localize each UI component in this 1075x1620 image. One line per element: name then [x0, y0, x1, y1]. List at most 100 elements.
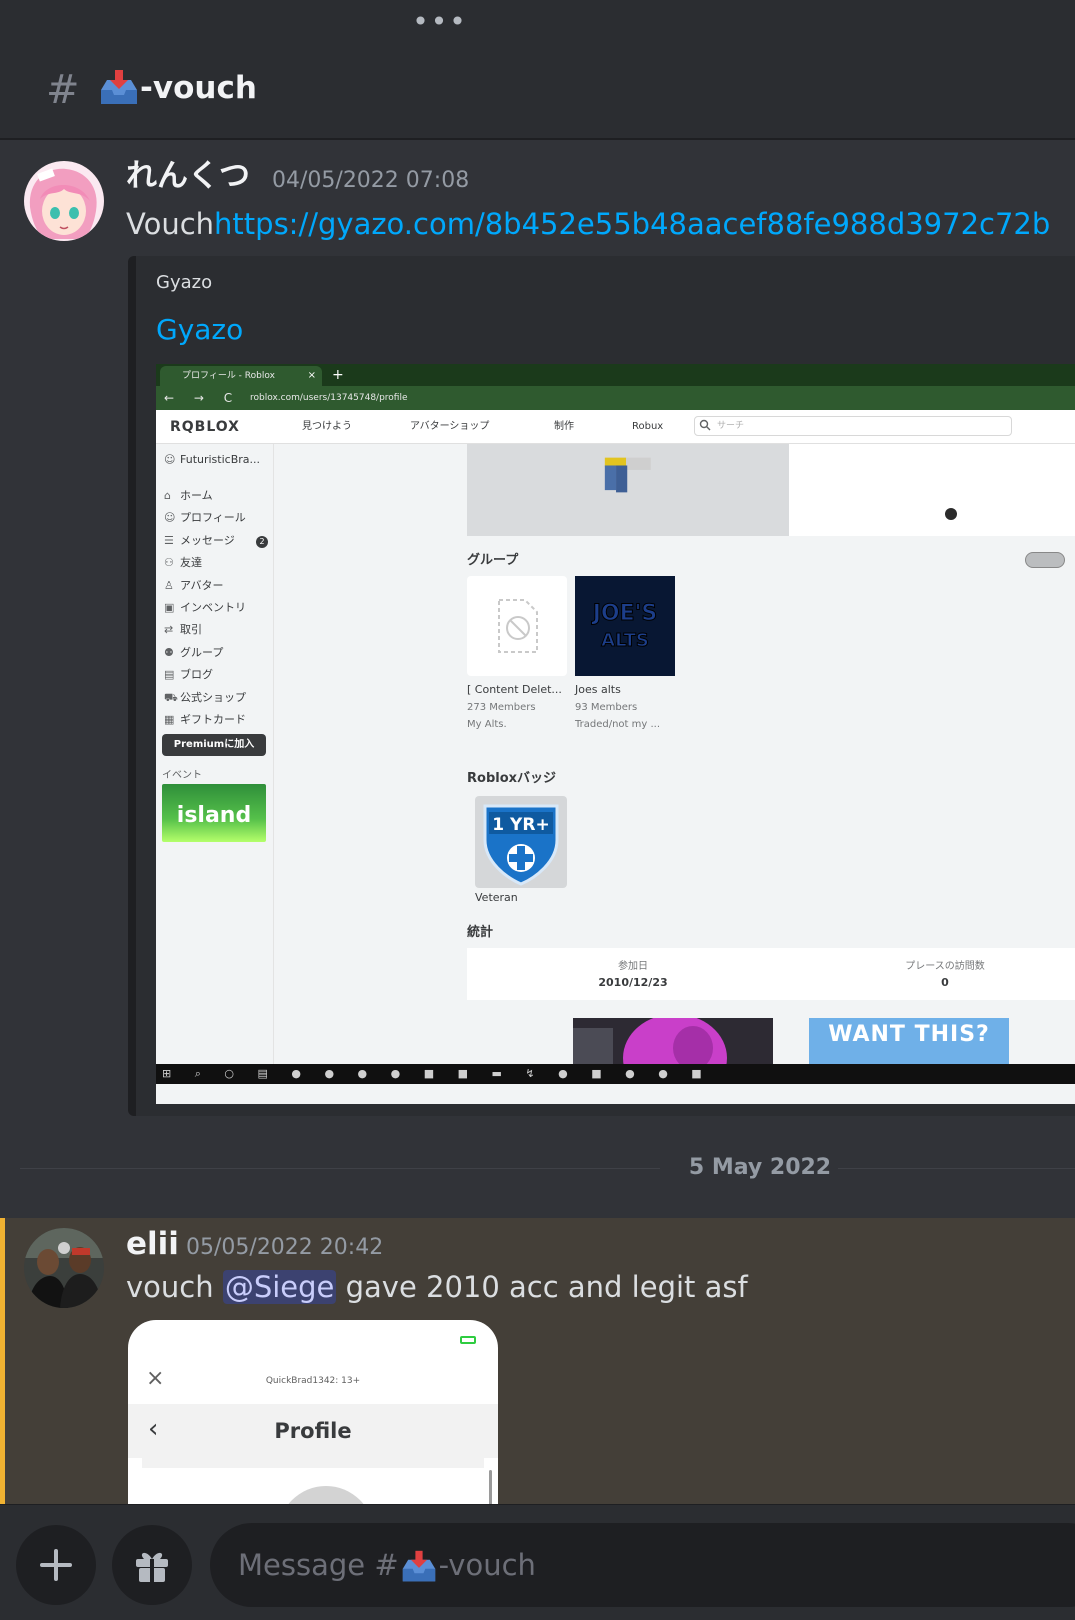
- sidebar-item: ☰ メッセージ: [164, 533, 235, 549]
- avatar-icon: ♙: [164, 579, 174, 592]
- roblox-navbar: RQBLOX 見つけよう アバターショップ 制作 Robux サーチ: [156, 410, 1075, 444]
- link-embed: Gyazo Gyazo プロフィール - Roblox × + ← → C ro…: [128, 256, 1075, 1116]
- date-divider: 5 May 2022: [688, 1155, 832, 1180]
- inventory-icon: ▣: [164, 601, 175, 614]
- messages-icon: ☰: [164, 534, 174, 547]
- add-attachment-button[interactable]: [16, 1525, 96, 1605]
- carousel-dot: [945, 508, 957, 520]
- group-desc: My Alts.: [467, 719, 507, 730]
- stat-label: 参加日: [618, 961, 648, 972]
- embed-provider: Gyazo: [156, 272, 213, 293]
- browser-tabbar: プロフィール - Roblox × +: [156, 364, 1075, 386]
- deleted-content-icon: [498, 599, 538, 653]
- sidebar-item-label: アバター: [180, 579, 224, 592]
- sidebar-item: ⚉ グループ: [164, 645, 223, 661]
- joes-alts-logo-image: JOE'S ALTS: [575, 576, 675, 676]
- channel-name[interactable]: -vouch: [140, 68, 257, 108]
- home-icon: ⌂: [164, 489, 171, 502]
- message-content: vouch @Siege gave 2010 acc and legit asf: [126, 1267, 748, 1307]
- browser-tab-title: プロフィール - Roblox: [182, 371, 275, 381]
- battery-icon: [460, 1336, 476, 1344]
- image-attachment[interactable]: × QuickBrad1342: 13+ Profile ‹: [128, 1320, 498, 1504]
- group-desc: Traded/not my ...: [575, 719, 661, 730]
- stats-title: 統計: [467, 925, 494, 940]
- sidebar-item-label: 公式ショップ: [180, 691, 246, 704]
- roblox-nav-item: アバターショップ: [410, 421, 490, 432]
- message-timestamp: 05/05/2022 20:42: [186, 1235, 384, 1260]
- attachment-top-title: QuickBrad1342: 13+: [265, 1376, 361, 1386]
- sidebar-item: ▦ ギフトカード: [164, 712, 246, 728]
- purple-figure-image: [573, 1018, 773, 1070]
- roblox-logo: RQBLOX: [170, 419, 240, 435]
- sidebar-item: ⌂ ホーム: [164, 488, 213, 504]
- profile-heading: Profile: [274, 1419, 352, 1443]
- user-mention[interactable]: @Siege: [222, 1270, 337, 1304]
- inbox-tray-emoji-icon: [402, 1550, 435, 1582]
- browser-nav-icons: ← → C: [164, 391, 241, 405]
- avatar[interactable]: [24, 1228, 104, 1308]
- sidebar-item: ⚇ 友達: [164, 555, 202, 571]
- group-name: Joes alts: [575, 683, 621, 696]
- avatar[interactable]: [24, 161, 104, 241]
- group-card-joes-alts: JOE'S ALTS: [575, 576, 675, 676]
- embed-title[interactable]: Gyazo: [156, 310, 243, 350]
- group-name: [ Content Delet...: [467, 683, 562, 696]
- veteran-badge: 1 YR+: [475, 796, 567, 888]
- sidebar-item: ▣ インベントリ: [164, 600, 246, 616]
- plus-icon: [40, 1549, 72, 1581]
- sidebar-item: ☺ プロフィール: [164, 510, 246, 526]
- windows-taskbar: ⊞ ⌕ ○ ▤ ● ● ● ● ■ ■ ▬ ↯ ● ■ ● ● ■: [156, 1064, 1075, 1084]
- placeholder-prefix: Message #: [238, 1548, 399, 1582]
- message-input-placeholder: Message # -vouch: [238, 1543, 536, 1587]
- sidebar-item-label: 取引: [180, 623, 202, 636]
- profile-card: [142, 1458, 484, 1504]
- message-username[interactable]: れんくつ: [126, 156, 250, 196]
- profile-icon: ☺: [164, 511, 176, 524]
- sidebar-item-label: ブログ: [180, 668, 213, 681]
- message-text: Vouch: [126, 207, 215, 241]
- sidebar-item: ⇄ 取引: [164, 622, 202, 638]
- message-composer: Message # -vouch: [0, 1504, 1075, 1620]
- stat-value: 2010/12/23: [598, 976, 668, 989]
- message-username[interactable]: elii: [126, 1224, 179, 1264]
- sidebar-item: ♙ アバター: [164, 578, 224, 594]
- sidebar-item: ⛟ 公式ショップ: [164, 690, 246, 706]
- profile-avatar-icon: [278, 1486, 374, 1504]
- search-icon: [699, 419, 711, 431]
- sidebar-item-label: メッセージ: [180, 534, 235, 547]
- channel-hash-icon: #: [46, 67, 80, 113]
- premium-button: Premiumに加入: [162, 734, 266, 756]
- avatar-preview: [467, 444, 789, 536]
- message-link[interactable]: https://gyazo.com/8b452e55b48aacef88fe98…: [214, 207, 1050, 241]
- embed-screenshot-image[interactable]: プロフィール - Roblox × + ← → C roblox.com/use…: [156, 364, 1075, 1104]
- message-text: gave 2010 acc and legit asf: [336, 1270, 748, 1304]
- shop-icon: ⛟: [164, 691, 178, 704]
- stat-label: プレースの訪問数: [905, 961, 985, 972]
- roblox-nav-item: 見つけよう: [302, 421, 352, 432]
- group-card-deleted: [467, 576, 567, 676]
- date-divider-line: [838, 1168, 1075, 1169]
- stats-panel: 参加日 2010/12/23 プレースの訪問数 0: [467, 948, 1075, 1000]
- roblox-profile-main: グループ JOE'S ALTS [ Content Delet... 273 M…: [275, 444, 1075, 1070]
- inbox-tray-emoji-icon: [101, 70, 137, 104]
- svg-text:ALTS: ALTS: [601, 630, 649, 651]
- roblox-nav-item: Robux: [632, 421, 664, 432]
- friends-icon: ⚇: [164, 556, 174, 569]
- svg-text:JOE'S: JOE'S: [591, 601, 658, 626]
- sidebar-item-label: 友達: [180, 556, 202, 569]
- gift-button[interactable]: [112, 1525, 192, 1605]
- sidebar-item: ▤ ブログ: [164, 667, 213, 683]
- message-content: Vouchhttps://gyazo.com/8b452e55b48aacef8…: [126, 204, 1050, 244]
- anime-avatar-image: [24, 161, 104, 241]
- close-icon: ×: [307, 370, 316, 381]
- avatar-legs-image: [604, 457, 651, 493]
- groups-icon: ⚉: [164, 646, 174, 659]
- sidebar-username: ☺ FuturisticBra...: [164, 452, 260, 468]
- svg-text:1 YR+: 1 YR+: [492, 815, 549, 835]
- sidebar-item-label: グループ: [180, 646, 224, 659]
- gift-icon: [136, 1552, 168, 1582]
- browser-addressbar: ← → C roblox.com/users/13745748/profile: [156, 386, 1075, 410]
- browser-tab: プロフィール - Roblox ×: [160, 366, 322, 386]
- more-options-icon[interactable]: •••: [0, 8, 880, 36]
- veteran-badge-icon: 1 YR+: [483, 804, 559, 886]
